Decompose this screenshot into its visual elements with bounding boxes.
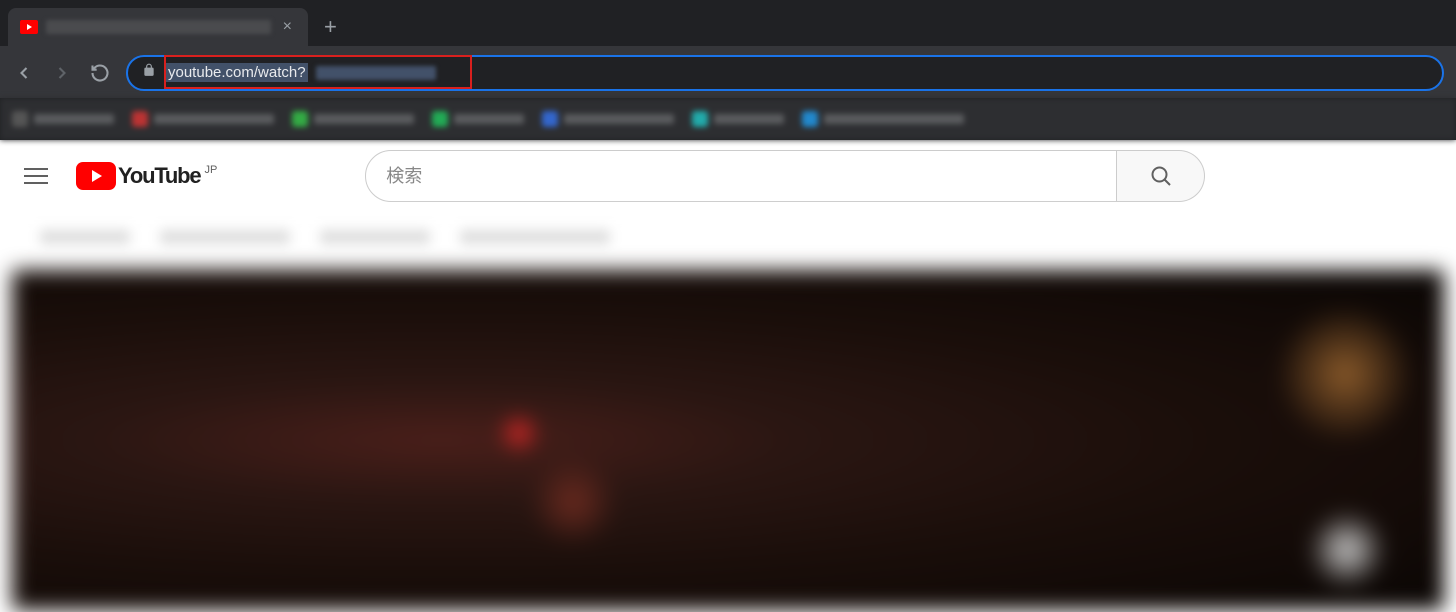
back-button[interactable] — [12, 61, 36, 85]
nav-bar: youtube.com/watch? — [0, 46, 1456, 98]
tab-close-button[interactable]: × — [279, 16, 296, 38]
bookmark-item[interactable] — [432, 111, 524, 127]
url-blurred-tail — [316, 66, 436, 80]
tab-title — [46, 20, 271, 34]
bookmark-item[interactable] — [12, 111, 114, 127]
browser-chrome: × + youtube.com/watch? — [0, 0, 1456, 140]
youtube-play-icon — [76, 162, 116, 190]
bookmark-item[interactable] — [292, 111, 414, 127]
bookmark-item[interactable] — [132, 111, 274, 127]
youtube-logo[interactable]: YouTube JP — [76, 162, 217, 190]
youtube-header: YouTube JP — [0, 140, 1456, 212]
youtube-logo-text: YouTube — [118, 163, 200, 189]
bookmark-item[interactable] — [542, 111, 674, 127]
search-icon — [1149, 164, 1173, 188]
video-player[interactable] — [12, 270, 1444, 610]
address-bar[interactable]: youtube.com/watch? — [126, 55, 1444, 91]
reload-button[interactable] — [88, 61, 112, 85]
url-text[interactable]: youtube.com/watch? — [166, 63, 308, 82]
bookmark-item[interactable] — [802, 111, 964, 127]
youtube-favicon-icon — [20, 20, 38, 34]
search-form — [365, 150, 1205, 202]
tab-bar: × + — [0, 0, 1456, 46]
hamburger-menu-button[interactable] — [24, 163, 48, 189]
forward-button[interactable] — [50, 61, 74, 85]
search-input[interactable] — [365, 150, 1117, 202]
youtube-region-code: JP — [204, 164, 217, 176]
search-button[interactable] — [1117, 150, 1205, 202]
new-tab-button[interactable]: + — [308, 8, 353, 46]
bookmarks-bar — [0, 98, 1456, 140]
bookmark-item[interactable] — [692, 111, 784, 127]
blurred-content-row — [0, 212, 1456, 262]
browser-tab[interactable]: × — [8, 8, 308, 46]
lock-icon — [142, 63, 156, 82]
